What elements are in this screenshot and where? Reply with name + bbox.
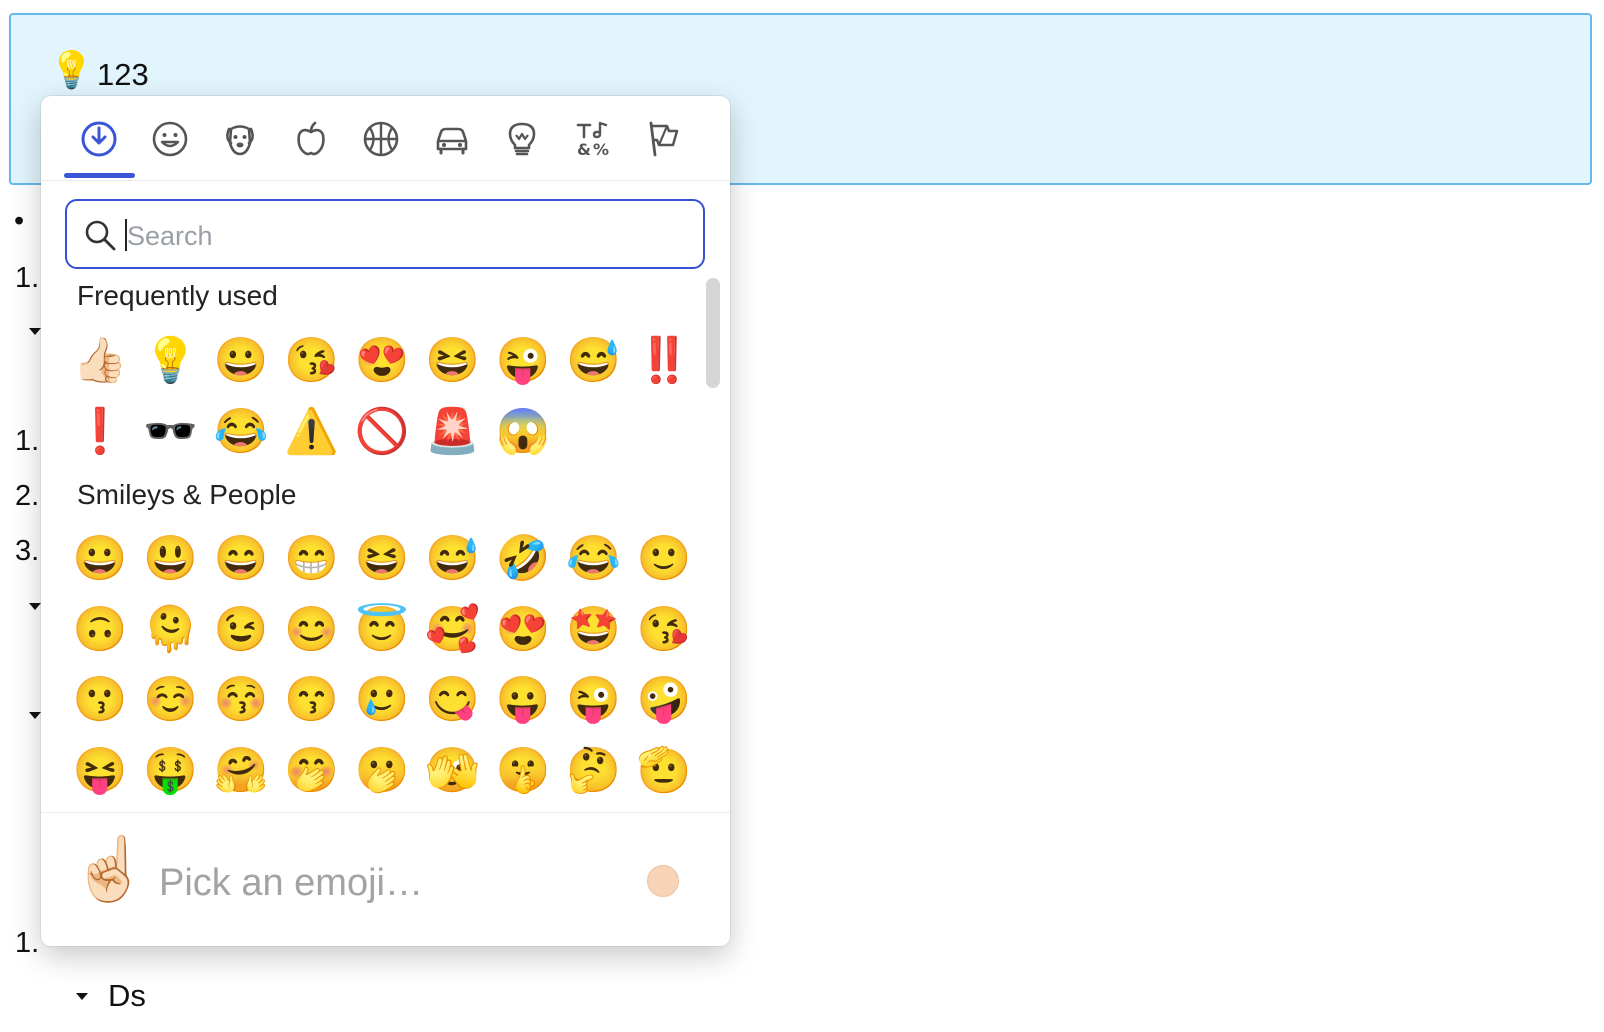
emoji-button[interactable]: 😱 xyxy=(488,397,558,467)
emoji-button[interactable]: 🙃 xyxy=(65,595,135,665)
collapse-caret-icon[interactable] xyxy=(29,712,41,719)
list-number: 1. xyxy=(15,425,40,457)
skin-tone-button[interactable] xyxy=(647,865,679,897)
collapse-caret-icon[interactable] xyxy=(29,603,41,610)
category-bar: &% xyxy=(41,96,730,181)
emoji-button[interactable]: 💡 xyxy=(136,326,206,396)
emoji-button[interactable]: 🫣 xyxy=(418,736,488,806)
tab-travel[interactable] xyxy=(417,114,487,164)
emoji-button[interactable]: 😅 xyxy=(418,524,488,594)
list-item-text[interactable]: Ds xyxy=(108,978,146,1014)
picker-footer: ☝🏻 Pick an emoji… xyxy=(41,812,730,946)
emoji-button[interactable]: 😀 xyxy=(65,524,135,594)
preview-label: Pick an emoji… xyxy=(159,862,423,904)
emoji-button[interactable]: 😊 xyxy=(277,595,347,665)
emoji-button[interactable]: 😋 xyxy=(418,665,488,735)
preview-emoji: ☝🏻 xyxy=(71,835,149,904)
search-input[interactable] xyxy=(125,213,689,259)
emoji-button[interactable]: 🤣 xyxy=(488,524,558,594)
emoji-button[interactable]: 😃 xyxy=(136,524,206,594)
svg-text:&: & xyxy=(577,140,591,159)
smileys-icon xyxy=(152,121,188,157)
tab-food[interactable] xyxy=(276,114,346,164)
emoji-button[interactable]: 🤔 xyxy=(559,736,629,806)
svg-text:%: % xyxy=(593,140,609,159)
scrollbar[interactable] xyxy=(706,278,720,388)
emoji-button[interactable]: ‼️ xyxy=(629,326,699,396)
emoji-scroll-area[interactable]: Frequently used 👍🏻 💡 😀 😘 😍 😆 😜 😅 ‼️ ❗ 🕶️ 😂 ⚠️ 🚫 🚨 😱 Smi… xyxy=(41,276,730,812)
travel-icon xyxy=(436,127,468,155)
objects-icon xyxy=(508,122,536,156)
emoji-button[interactable]: 🫢 xyxy=(347,736,417,806)
emoji-button[interactable]: 😍 xyxy=(488,595,558,665)
tab-smileys[interactable] xyxy=(135,114,205,164)
emoji-button[interactable]: 😛 xyxy=(488,665,558,735)
emoji-button[interactable]: 😜 xyxy=(559,665,629,735)
emoji-button[interactable]: 🕶️ xyxy=(136,397,206,467)
collapse-caret-icon[interactable] xyxy=(76,993,88,1000)
emoji-button[interactable]: 🥰 xyxy=(418,595,488,665)
list-number: 1. xyxy=(15,927,40,959)
section-title-smileys: Smileys & People xyxy=(77,479,297,510)
emoji-button[interactable]: 🚫 xyxy=(347,397,417,467)
emoji-button[interactable]: 🥲 xyxy=(347,665,417,735)
emoji-picker: &% Frequently used 👍🏻💡😀😘😍😆😜😅‼️❗🕶️😂⚠️🚫🚨😱 … xyxy=(41,96,730,946)
tab-symbols[interactable]: &% xyxy=(558,114,628,164)
emoji-button[interactable]: 🫠 xyxy=(136,595,206,665)
list-number: 2. xyxy=(15,480,40,512)
active-tab-indicator xyxy=(64,173,135,178)
emoji-button[interactable]: 😝 xyxy=(65,736,135,806)
emoji-button[interactable]: 😜 xyxy=(488,326,558,396)
emoji-button[interactable]: 😁 xyxy=(277,524,347,594)
section-title-frequent: Frequently used xyxy=(77,280,278,311)
food-icon xyxy=(297,121,325,156)
collapse-caret-icon[interactable] xyxy=(29,328,41,335)
emoji-button[interactable]: 🚨 xyxy=(418,397,488,467)
list-number: 1. xyxy=(15,262,40,294)
search-icon xyxy=(85,220,116,251)
symbols-icon: &% xyxy=(576,121,609,159)
emoji-button[interactable]: 🤭 xyxy=(277,736,347,806)
bullet-marker: • xyxy=(14,205,25,237)
emoji-button[interactable]: 😙 xyxy=(277,665,347,735)
emoji-button[interactable]: ❗ xyxy=(65,397,135,467)
lightbulb-icon[interactable]: 💡 xyxy=(49,45,94,95)
emoji-button[interactable]: 😉 xyxy=(206,595,276,665)
tab-recent[interactable] xyxy=(64,114,134,164)
emoji-button[interactable]: 😂 xyxy=(559,524,629,594)
emoji-button[interactable]: 🤫 xyxy=(488,736,558,806)
flags-icon xyxy=(649,121,679,157)
emoji-button[interactable]: 😘 xyxy=(277,326,347,396)
emoji-button[interactable]: 😄 xyxy=(206,524,276,594)
emoji-button[interactable]: 😆 xyxy=(347,524,417,594)
emoji-button[interactable]: 😇 xyxy=(347,595,417,665)
emoji-button[interactable]: ⚠️ xyxy=(277,397,347,467)
recent-icon xyxy=(81,121,117,157)
emoji-button[interactable]: 😚 xyxy=(206,665,276,735)
tab-animals[interactable] xyxy=(205,114,275,164)
animals-icon xyxy=(226,125,254,156)
activity-icon xyxy=(363,121,399,157)
emoji-button[interactable]: 🤪 xyxy=(629,665,699,735)
emoji-button[interactable]: 🫡 xyxy=(629,736,699,806)
emoji-button[interactable]: 😅 xyxy=(559,326,629,396)
emoji-button[interactable]: 😂 xyxy=(206,397,276,467)
emoji-button[interactable]: 🤑 xyxy=(136,736,206,806)
emoji-button[interactable]: 😆 xyxy=(418,326,488,396)
emoji-button[interactable]: 😀 xyxy=(206,326,276,396)
emoji-button[interactable]: 🤩 xyxy=(559,595,629,665)
search-box[interactable] xyxy=(65,199,705,269)
tab-flags[interactable] xyxy=(628,114,698,164)
list-number: 3. xyxy=(15,535,40,567)
emoji-button[interactable]: 🤗 xyxy=(206,736,276,806)
emoji-button[interactable]: ☺️ xyxy=(136,665,206,735)
tab-objects[interactable] xyxy=(487,114,557,164)
callout-text[interactable]: 123 xyxy=(97,57,149,93)
tab-activity[interactable] xyxy=(346,114,416,164)
emoji-button[interactable]: 😗 xyxy=(65,665,135,735)
emoji-button[interactable]: 😘 xyxy=(629,595,699,665)
emoji-button[interactable]: 😍 xyxy=(347,326,417,396)
emoji-button[interactable]: 👍🏻 xyxy=(65,326,135,396)
emoji-button[interactable]: 🙂 xyxy=(629,524,699,594)
